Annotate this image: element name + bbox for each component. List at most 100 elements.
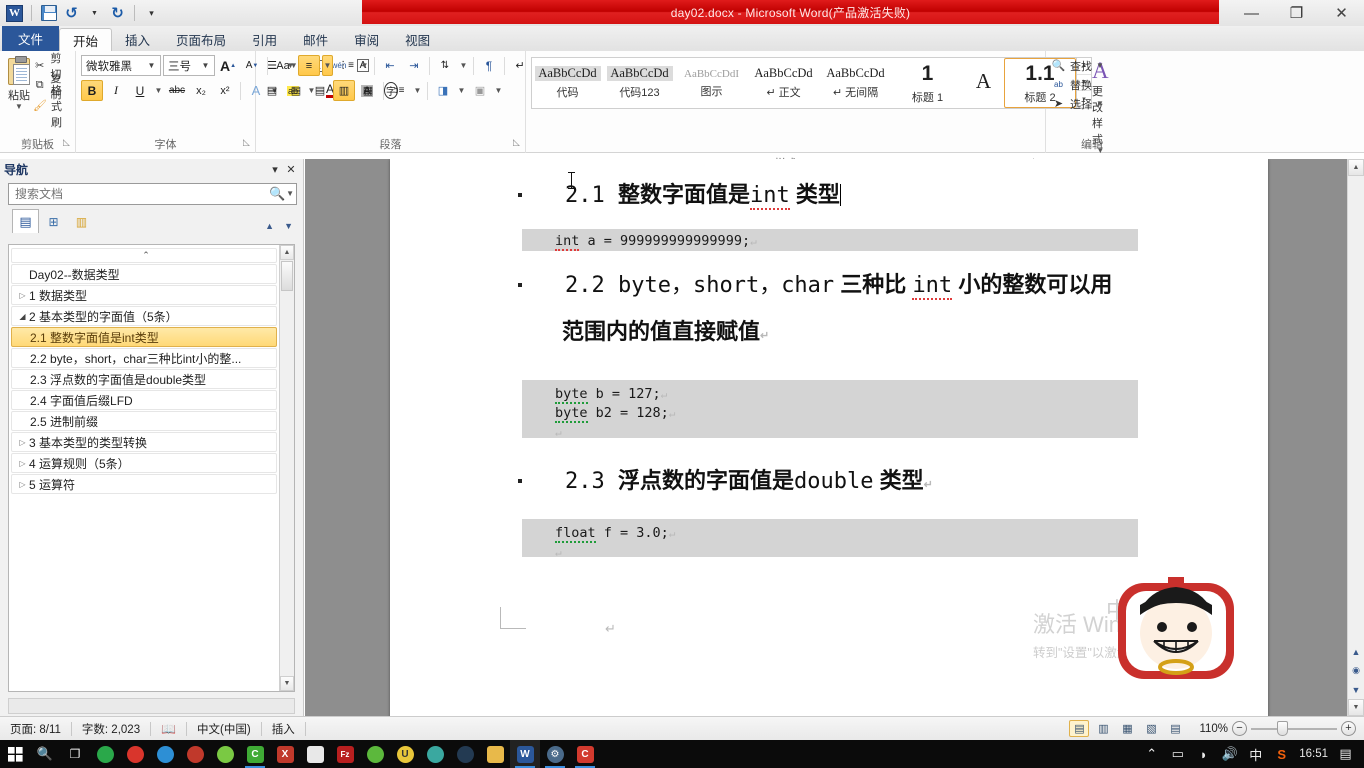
proofing-status[interactable]: 📖 [151,720,186,738]
replace-button[interactable]: ab 替换 [1051,76,1092,93]
language-indicator[interactable]: 中文(中国) [187,720,261,738]
underline-dropdown-icon[interactable]: ▼ [153,80,164,101]
numbering-icon[interactable]: ≡ [298,55,320,76]
tab-file[interactable]: 文件 [2,26,60,51]
heading-2-2-line1[interactable]: 2.2 byte，short，char 三种比 int 小的整数可以用 [565,267,1112,300]
distribute-icon[interactable]: ▦ [357,80,379,101]
taskbar-app-excel[interactable]: X [270,740,300,768]
align-center-icon[interactable]: ▤ [285,80,307,101]
document-canvas[interactable]: 2.1 整数字面值是int 类型 intint a = 999999999999… [305,159,1364,716]
nav-item-day02[interactable]: Day02--数据类型 [11,264,277,284]
document-page[interactable]: 2.1 整数字面值是int 类型 intint a = 999999999999… [390,159,1268,716]
tab-mailings[interactable]: 邮件 [290,28,341,51]
chevron-down-icon[interactable]: ▼ [15,103,23,111]
wifi-icon[interactable]: ◗ [1195,746,1212,763]
navigation-close-icon[interactable]: ✕ [283,163,299,176]
font-name-combo[interactable]: 微软雅黑 ▼ [81,55,161,76]
bullets-dropdown-icon[interactable]: ▼ [285,55,296,76]
taskbar-app-dark-globe[interactable] [450,740,480,768]
taskbar-app-editplus[interactable]: C [240,740,270,768]
tab-results[interactable]: ▥ [68,209,95,233]
search-icon[interactable]: 🔍 [268,186,286,202]
code-block-2[interactable]: byte b = 127;↵ byte b2 = 128;↵ ↵ [522,380,1138,439]
document-vertical-scrollbar[interactable]: ▲ ▲ ◉ ▼ ▼ [1347,159,1364,716]
taskbar-app-teal-leaf[interactable] [420,740,450,768]
dialog-launcher-icon[interactable]: ◺ [62,137,71,147]
volume-icon[interactable]: 🔊 [1221,746,1238,763]
style-item-code123[interactable]: AaBbCcDd 代码123 [604,58,676,108]
taskbar-app-green-bug[interactable] [210,740,240,768]
subscript-button[interactable]: x₂ [190,80,212,101]
tab-review[interactable]: 审阅 [341,28,392,51]
collapse-all-bar[interactable]: ⌃ [11,248,277,263]
multilevel-dropdown-icon[interactable]: ▼ [359,55,370,76]
word-count[interactable]: 字数: 2,023 [72,720,150,738]
expander-expanded-icon[interactable]: ◢ [16,312,29,321]
select-browse-object-icon[interactable]: ◉ [1348,661,1364,680]
full-screen-reading-view-button[interactable]: ▥ [1093,720,1113,737]
chevron-up-icon[interactable]: ⌃ [1143,746,1160,763]
multilevel-list-icon[interactable]: ⋮≡ [335,55,357,76]
taskbar-app-red-swirl[interactable] [120,740,150,768]
shading-dropdown-icon[interactable]: ▼ [456,80,467,101]
draft-view-button[interactable]: ▤ [1165,720,1185,737]
heading-2-3[interactable]: 2.3 浮点数的字面值是double 类型↵ [565,463,933,495]
paste-button[interactable]: 粘贴 ▼ [5,55,33,111]
search-icon[interactable]: 🔍 [30,740,60,768]
notification-icon[interactable]: ▤ [1337,746,1354,763]
next-heading-icon[interactable]: ▼ [284,221,293,231]
expander-collapsed-icon[interactable]: ▷ [16,480,29,489]
nav-item-1[interactable]: ▷ 1 数据类型 [11,285,277,305]
zoom-slider-thumb[interactable] [1277,721,1288,736]
taskbar-app-settings[interactable]: ⚙ [540,740,570,768]
tab-references[interactable]: 引用 [239,28,290,51]
ime-mode-icon[interactable]: 中 [1247,746,1264,763]
navigation-dropdown-icon[interactable]: ▾ [267,163,283,176]
save-icon[interactable] [39,4,58,23]
taskbar-app-chrome[interactable] [90,740,120,768]
superscript-button[interactable]: x² [214,80,236,101]
sort-icon[interactable]: ⇅ [434,55,456,76]
taskbar-app-green-pen[interactable] [360,740,390,768]
taskbar-app-flag[interactable] [300,740,330,768]
tab-page-layout[interactable]: 页面布局 [163,28,239,51]
decrease-indent-icon[interactable]: ⇤ [379,55,401,76]
bold-button[interactable]: B [81,80,103,101]
insert-mode[interactable]: 插入 [262,720,305,738]
word-logo-icon[interactable]: W [5,4,24,23]
heading-2-1[interactable]: 2.1 整数字面值是int 类型 [565,177,841,210]
previous-heading-icon[interactable]: ▲ [265,221,274,231]
select-button[interactable]: ➤ 选择 ▼ [1051,95,1104,112]
nav-item-2-4[interactable]: 2.4 字面值后缀LFD [11,390,277,410]
chevron-down-icon[interactable]: ▼ [1096,99,1104,108]
scroll-down-icon[interactable]: ▼ [1348,699,1364,716]
nav-item-4[interactable]: ▷ 4 运算规则（5条） [11,453,277,473]
sort-dropdown-icon[interactable]: ▼ [458,55,469,76]
borders-icon[interactable]: ▣ [469,80,491,101]
tab-pages[interactable]: ⊞ [40,209,67,233]
tab-home[interactable]: 开始 [59,28,113,51]
web-layout-view-button[interactable]: ▦ [1117,720,1137,737]
scroll-down-icon[interactable]: ▼ [280,676,294,691]
style-item-code[interactable]: AaBbCcDd 代码 [532,58,604,108]
line-spacing-dropdown-icon[interactable]: ▼ [412,80,423,101]
redo-icon[interactable]: ↻ [108,4,127,23]
heading-2-2-line2[interactable]: 范围内的值直接赋值↵ [562,314,769,346]
dialog-launcher-icon[interactable]: ◺ [512,137,521,147]
taskbar-app-ide-c[interactable]: C [570,740,600,768]
nav-item-2-3[interactable]: 2.3 浮点数的字面值是double类型 [11,369,277,389]
chevron-down-icon[interactable]: ▼ [145,61,158,70]
borders-dropdown-icon[interactable]: ▼ [493,80,504,101]
start-icon[interactable] [0,740,30,768]
tab-headings[interactable]: ▤ [12,209,39,233]
taskbar-app-blue-globe[interactable] [150,740,180,768]
chevron-down-icon[interactable]: ▼ [199,61,212,70]
find-button[interactable]: 🔍 查找 ▼ [1051,57,1104,74]
dialog-launcher-icon[interactable]: ◺ [242,137,251,147]
font-size-combo[interactable]: 三号 ▼ [163,55,215,76]
nav-item-5[interactable]: ▷ 5 运算符 [11,474,277,494]
bullets-icon[interactable]: ☰ [261,55,283,76]
sogou-ime-icon[interactable]: S [1273,746,1290,763]
code-block-1[interactable]: intint a = 999999999999999; a = 99999999… [522,229,1138,251]
taskbar-app-word[interactable]: W [510,740,540,768]
